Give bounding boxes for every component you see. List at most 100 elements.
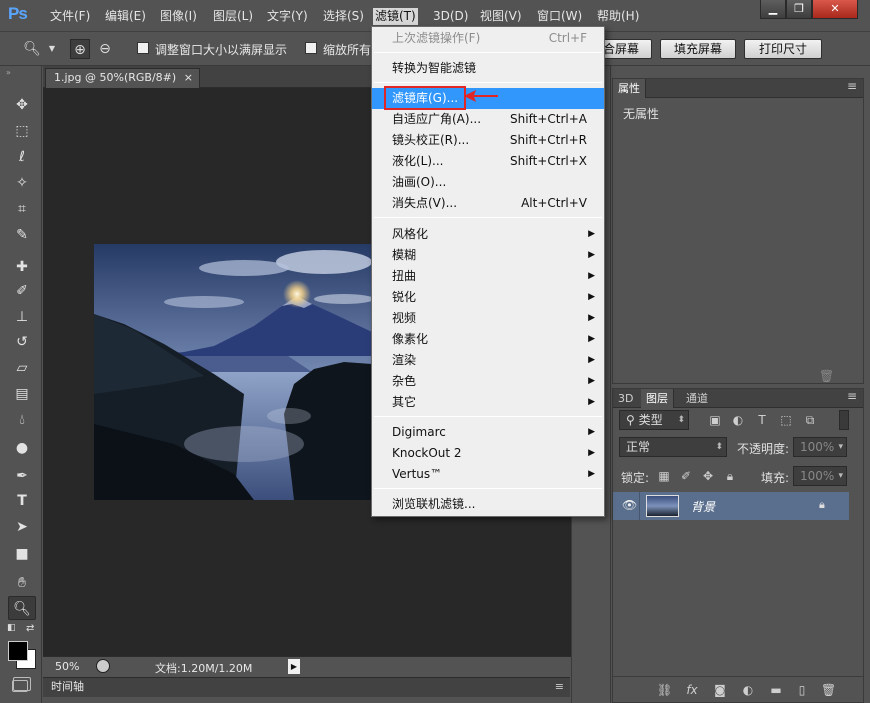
- zoom-out-icon[interactable]: ⊖: [95, 39, 115, 59]
- close-icon[interactable]: ×: [184, 69, 193, 87]
- tab-layers[interactable]: 图层: [641, 389, 674, 408]
- new-layer-icon[interactable]: ▯: [795, 683, 809, 697]
- menu-item-distort[interactable]: 扭曲 ▶: [372, 266, 604, 287]
- marquee-icon[interactable]: ⬚: [8, 119, 36, 143]
- adjustment-filter-icon[interactable]: ◐: [731, 413, 745, 427]
- print-size-button[interactable]: 打印尺寸: [744, 39, 822, 59]
- lock-pixels-icon[interactable]: ✐: [679, 469, 693, 483]
- pixel-layer-filter-icon[interactable]: ▣: [708, 413, 722, 427]
- foreground-color-swatch[interactable]: [8, 641, 28, 661]
- layer-row-background[interactable]: 👁︎ 背景 🔒︎: [613, 492, 849, 520]
- layer-filter-dropdown[interactable]: ⚲ 类型 ⬍: [619, 410, 689, 430]
- collapse-toolbox-icon[interactable]: »: [6, 68, 11, 77]
- lock-transparent-icon[interactable]: ▦: [657, 469, 671, 483]
- menu-filter[interactable]: 滤镜(T): [373, 8, 418, 25]
- trash-icon[interactable]: 🗑︎: [821, 683, 836, 697]
- menu-layer[interactable]: 图层(L): [211, 8, 255, 25]
- panel-menu-icon[interactable]: ≡: [847, 79, 857, 93]
- fill-screen-button[interactable]: 填充屏幕: [660, 39, 736, 59]
- crop-icon[interactable]: ⌗: [8, 197, 36, 221]
- layer-mask-icon[interactable]: ◙: [713, 683, 727, 697]
- menu-edit[interactable]: 编辑(E): [103, 8, 148, 25]
- menu-item-browse-filters-online[interactable]: 浏览联机滤镜...: [372, 494, 604, 515]
- menu-window[interactable]: 窗口(W): [535, 8, 584, 25]
- menu-item-liquify[interactable]: 液化(L)... Shift+Ctrl+X: [372, 151, 604, 172]
- shape-filter-icon[interactable]: ⬚: [779, 413, 793, 427]
- lasso-icon[interactable]: ℓ: [8, 145, 36, 169]
- tab-channels[interactable]: 通道: [681, 389, 713, 408]
- tab-properties[interactable]: 属性: [613, 79, 646, 98]
- minimize-button[interactable]: ▁: [760, 0, 786, 19]
- smart-object-filter-icon[interactable]: ⧉: [803, 413, 817, 428]
- dodge-icon[interactable]: ●: [8, 436, 36, 460]
- menu-item-adaptive-wide-angle[interactable]: 自适应广角(A)... Shift+Ctrl+A: [372, 109, 604, 130]
- timeline-panel-bar[interactable]: 时间轴 ≡: [43, 677, 570, 697]
- default-colors-icon[interactable]: ◧: [7, 623, 16, 633]
- new-group-icon[interactable]: ▬: [769, 683, 783, 697]
- blend-mode-dropdown[interactable]: 正常 ⬍: [619, 437, 727, 457]
- healing-brush-icon[interactable]: ✚: [8, 255, 36, 279]
- zoom-level[interactable]: 50%: [55, 660, 79, 673]
- screen-mode-icon[interactable]: [12, 680, 28, 692]
- menu-file[interactable]: 文件(F): [48, 8, 92, 25]
- menu-type[interactable]: 文字(Y): [265, 8, 310, 25]
- hand-icon[interactable]: ✋︎: [8, 571, 36, 595]
- menu-3d[interactable]: 3D(D): [431, 8, 470, 25]
- path-select-icon[interactable]: ➤: [8, 515, 36, 539]
- menu-item-stylize[interactable]: 风格化 ▶: [372, 224, 604, 245]
- adjustment-layer-icon[interactable]: ◐: [741, 683, 755, 697]
- menu-view[interactable]: 视图(V): [478, 8, 524, 25]
- tab-3d[interactable]: 3D: [613, 389, 638, 408]
- move-icon[interactable]: ✥: [8, 93, 36, 117]
- restore-button[interactable]: ❐: [786, 0, 812, 19]
- close-button[interactable]: ✕: [812, 0, 858, 19]
- type-filter-icon[interactable]: T: [755, 413, 769, 427]
- menu-item-convert-smart-filter[interactable]: 转换为智能滤镜: [372, 58, 604, 79]
- menu-item-blur[interactable]: 模糊 ▶: [372, 245, 604, 266]
- menu-item-vertus[interactable]: Vertus™ ▶: [372, 464, 604, 485]
- magic-wand-icon[interactable]: ✧: [8, 171, 36, 195]
- filter-toggle-icon[interactable]: [839, 410, 849, 430]
- menu-item-other[interactable]: 其它 ▶: [372, 392, 604, 413]
- menu-item-pixelate[interactable]: 像素化 ▶: [372, 329, 604, 350]
- zoom-icon[interactable]: 🔍︎: [8, 596, 36, 620]
- swap-colors-icon[interactable]: ⇄: [26, 623, 34, 634]
- menu-image[interactable]: 图像(I): [158, 8, 199, 25]
- chevron-down-icon[interactable]: ▼: [42, 39, 62, 59]
- document-tab[interactable]: 1.jpg @ 50%(RGB/8#) ×: [45, 68, 200, 88]
- zoom-tool-preset-icon[interactable]: 🔍︎: [22, 39, 42, 59]
- menu-select[interactable]: 选择(S): [321, 8, 366, 25]
- blur-icon[interactable]: 💧︎: [8, 408, 36, 432]
- eraser-icon[interactable]: ▱: [8, 356, 36, 380]
- status-arrow-icon[interactable]: ▶: [288, 659, 300, 674]
- menu-item-video[interactable]: 视频 ▶: [372, 308, 604, 329]
- layer-name[interactable]: 背景: [691, 498, 715, 515]
- eye-icon[interactable]: 👁︎: [622, 498, 637, 512]
- resize-windows-checkbox[interactable]: [137, 42, 149, 54]
- fill-field[interactable]: 100% ▾: [793, 466, 847, 486]
- rectangle-icon[interactable]: ■: [8, 542, 36, 566]
- zoom-in-icon[interactable]: ⊕: [70, 39, 90, 59]
- history-brush-icon[interactable]: ↺: [8, 330, 36, 354]
- opacity-field[interactable]: 100% ▾: [793, 437, 847, 457]
- menu-item-vanishing-point[interactable]: 消失点(V)... Alt+Ctrl+V: [372, 193, 604, 214]
- panel-menu-icon[interactable]: ≡: [555, 678, 564, 696]
- status-menu-icon[interactable]: [96, 659, 110, 673]
- menu-item-sharpen[interactable]: 锐化 ▶: [372, 287, 604, 308]
- type-icon[interactable]: T: [8, 489, 36, 513]
- menu-item-digimarc[interactable]: Digimarc ▶: [372, 422, 604, 443]
- gradient-icon[interactable]: ▤: [8, 382, 36, 406]
- lock-position-icon[interactable]: ✥: [701, 469, 715, 483]
- stamp-icon[interactable]: ⊥: [8, 305, 36, 329]
- brush-icon[interactable]: ✐: [8, 279, 36, 303]
- lock-all-icon[interactable]: 🔒︎: [723, 469, 737, 484]
- menu-item-render[interactable]: 渲染 ▶: [372, 350, 604, 371]
- pen-icon[interactable]: ✒: [8, 464, 36, 488]
- link-layers-icon[interactable]: ⛓: [657, 683, 672, 697]
- menu-item-noise[interactable]: 杂色 ▶: [372, 371, 604, 392]
- eyedropper-icon[interactable]: ✎: [8, 223, 36, 247]
- menu-item-lens-correction[interactable]: 镜头校正(R)... Shift+Ctrl+R: [372, 130, 604, 151]
- menu-item-last-filter[interactable]: 上次滤镜操作(F) Ctrl+F: [372, 28, 604, 49]
- layer-style-icon[interactable]: fx: [685, 683, 699, 697]
- panel-menu-icon[interactable]: ≡: [847, 389, 857, 403]
